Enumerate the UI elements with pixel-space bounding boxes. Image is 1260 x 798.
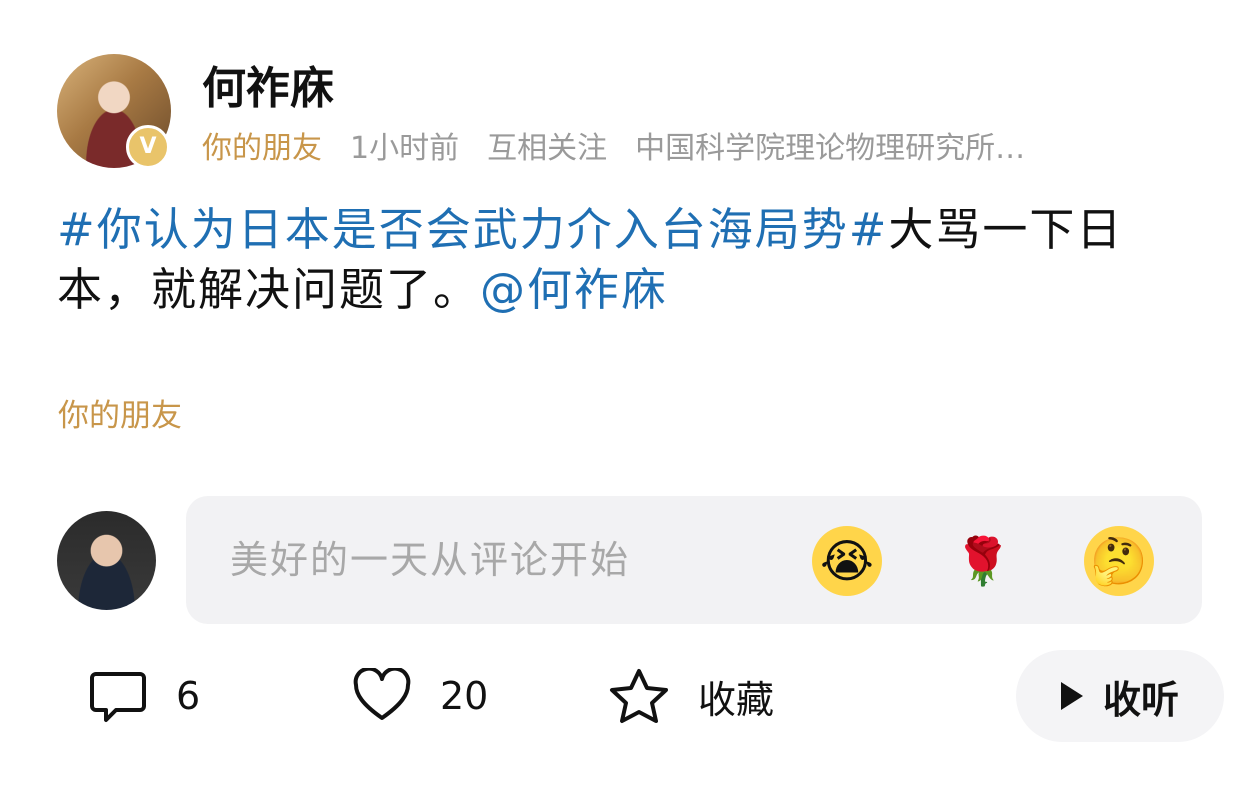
verified-badge-icon: V xyxy=(126,125,170,169)
listen-label: 收听 xyxy=(1102,677,1179,722)
post-content: #你认为日本是否会武力介入台海局势#大骂一下日本，就解决问题了。@何祚庥 xyxy=(57,200,1207,320)
favorite-label: 收藏 xyxy=(698,677,775,722)
comment-button[interactable]: 6 xyxy=(88,668,200,724)
post-meta: 你的朋友 1小时前 互相关注 中国科学院理论物理研究所… xyxy=(202,128,1025,170)
footer-friend-tag: 你的朋友 xyxy=(58,398,182,434)
comment-count: 6 xyxy=(176,674,201,718)
relationship-tag: 互相关注 xyxy=(487,131,608,166)
comment-icon xyxy=(88,668,148,724)
comment-input-box[interactable]: 美好的一天从评论开始 😭 🌹 🤔 xyxy=(186,496,1202,624)
like-button[interactable]: 20 xyxy=(352,668,488,724)
play-icon xyxy=(1060,682,1083,710)
friend-tag: 你的朋友 xyxy=(202,131,322,166)
heart-icon xyxy=(352,668,412,724)
mention-link[interactable]: @何祚庥 xyxy=(480,263,668,316)
like-count: 20 xyxy=(440,674,489,718)
author-name[interactable]: 何祚庥 xyxy=(202,62,334,116)
thinking-emoji-icon[interactable]: 🤔 xyxy=(1084,526,1154,596)
post-time: 1小时前 xyxy=(350,131,460,166)
star-icon xyxy=(608,667,670,725)
comment-placeholder[interactable]: 美好的一天从评论开始 xyxy=(230,534,630,586)
listen-button[interactable]: 收听 xyxy=(1016,650,1224,742)
rose-emoji-icon[interactable]: 🌹 xyxy=(948,526,1018,596)
author-affiliation: 中国科学院理论物理研究所… xyxy=(635,131,1026,166)
crying-slipper-emoji-icon[interactable]: 😭 xyxy=(812,526,882,596)
topic-link[interactable]: #你认为日本是否会武力介入台海局势# xyxy=(57,203,888,256)
favorite-button[interactable]: 收藏 xyxy=(608,668,774,724)
my-avatar xyxy=(57,511,156,610)
